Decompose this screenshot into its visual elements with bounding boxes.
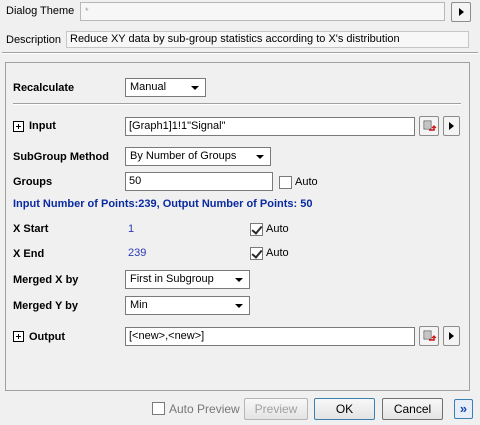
- play-arrow-icon: [449, 332, 454, 340]
- output-label: Output: [29, 331, 66, 343]
- subgroup-method-value: By Number of Groups: [130, 150, 237, 162]
- auto-preview-checkbox[interactable]: [152, 402, 165, 415]
- x-start-auto-label: Auto: [266, 223, 289, 235]
- output-field[interactable]: [<new>,<new>]: [125, 327, 415, 346]
- merged-y-value: Min: [130, 299, 148, 311]
- x-start-label: X Start: [13, 223, 49, 235]
- x-end-auto-label: Auto: [266, 247, 289, 259]
- range-select-icon: [423, 120, 437, 131]
- x-end-value[interactable]: 239: [128, 247, 146, 259]
- x-start-value[interactable]: 1: [128, 223, 134, 235]
- output-range-picker-button[interactable]: [419, 326, 439, 346]
- recalculate-select[interactable]: Manual: [125, 78, 206, 97]
- x-end-label: X End: [13, 248, 45, 260]
- merged-x-label: Merged X by: [13, 274, 79, 286]
- ok-button[interactable]: OK: [314, 398, 375, 420]
- chevron-down-icon: [256, 155, 264, 159]
- dialog-theme-field[interactable]: *: [80, 2, 445, 21]
- recalculate-label: Recalculate: [13, 82, 75, 94]
- auto-preview-label: Auto Preview: [169, 402, 240, 416]
- groups-input[interactable]: 50: [125, 172, 273, 191]
- expand-chevron-button[interactable]: »: [454, 399, 473, 419]
- merged-x-value: First in Subgroup: [130, 273, 214, 285]
- input-field[interactable]: [Graph1]1!1"Signal": [125, 117, 415, 136]
- dialog-theme-label: Dialog Theme: [6, 5, 75, 17]
- input-expand-icon[interactable]: [13, 121, 24, 132]
- merged-x-select[interactable]: First in Subgroup: [125, 270, 250, 289]
- merged-y-label: Merged Y by: [13, 300, 79, 312]
- groups-auto-checkbox[interactable]: [279, 176, 292, 189]
- input-label: Input: [29, 120, 56, 132]
- subgroup-method-label: SubGroup Method: [13, 151, 109, 163]
- chevron-down-icon: [191, 86, 199, 90]
- groups-auto-label: Auto: [295, 176, 318, 188]
- play-arrow-icon: [459, 8, 464, 16]
- description-text: Reduce XY data by sub-group statistics a…: [66, 31, 469, 48]
- preview-button[interactable]: Preview: [244, 398, 308, 420]
- output-expand-icon[interactable]: [13, 331, 24, 342]
- chevron-down-icon: [235, 278, 243, 282]
- subgroup-method-select[interactable]: By Number of Groups: [125, 147, 271, 166]
- merged-y-select[interactable]: Min: [125, 296, 250, 315]
- recalculate-value: Manual: [130, 81, 167, 93]
- theme-menu-button[interactable]: [451, 2, 471, 22]
- points-info-text: Input Number of Points:239, Output Numbe…: [13, 198, 313, 210]
- groups-label: Groups: [13, 176, 53, 188]
- output-menu-button[interactable]: [443, 326, 460, 346]
- range-select-icon: [423, 330, 437, 341]
- cancel-button[interactable]: Cancel: [382, 398, 443, 420]
- chevron-down-icon: [235, 304, 243, 308]
- input-menu-button[interactable]: [443, 116, 460, 136]
- play-arrow-icon: [449, 122, 454, 130]
- input-range-picker-button[interactable]: [419, 116, 439, 136]
- x-end-auto-checkbox[interactable]: [250, 247, 263, 260]
- description-label: Description: [6, 34, 62, 46]
- x-start-auto-checkbox[interactable]: [250, 223, 263, 236]
